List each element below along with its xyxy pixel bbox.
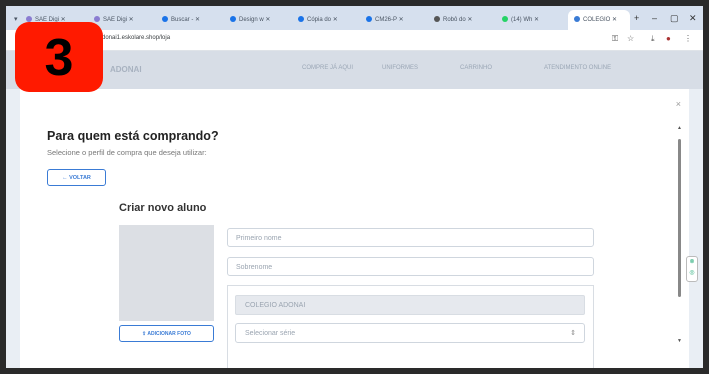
nav-item: ATENDIMENTO ONLINE [544, 65, 612, 71]
grade-select[interactable]: Selecionar série ⇕ [235, 323, 585, 343]
tab-label: Design w [239, 17, 264, 23]
new-tab-button[interactable]: + [634, 6, 639, 30]
menu-icon[interactable]: ⋮ [684, 34, 692, 43]
restore-button[interactable]: ▢ [670, 6, 679, 30]
key-icon[interactable]: ⚿ [612, 34, 618, 44]
tab-favicon-icon [162, 16, 168, 23]
browser-tab[interactable]: Cópia do ✕ [298, 10, 360, 30]
tab-favicon-icon [94, 16, 100, 23]
star-icon[interactable]: ☆ [627, 34, 634, 43]
site-brand: ADONAI [110, 65, 142, 74]
browser-tab[interactable]: Design w ✕ [230, 10, 292, 30]
photo-placeholder [119, 225, 214, 321]
modal-title: Para quem está comprando? [47, 129, 219, 143]
add-photo-button[interactable]: ⇪ ADICIONAR FOTO [119, 325, 214, 342]
close-window-button[interactable]: ✕ [689, 6, 697, 30]
tab-favicon-icon [434, 16, 440, 23]
scrollbar-thumb[interactable] [678, 139, 681, 297]
nav-item: COMPRE JÁ AQUI [302, 65, 354, 71]
browser-tab[interactable]: Buscar - ✕ [162, 10, 224, 30]
tab-favicon-icon [230, 16, 236, 23]
browser-tab[interactable]: (14) Wh ✕ [502, 10, 564, 30]
last-name-field[interactable]: Sobrenome [227, 257, 594, 276]
tab-label: CM26-P [375, 17, 397, 23]
scrollbar[interactable]: ▲ ▼ [677, 125, 683, 355]
back-button[interactable]: ← VOLTAR [47, 169, 106, 186]
nav-item: UNIFORMES [382, 65, 418, 71]
tab-label: Buscar - [171, 17, 194, 23]
site-header-background: ADONAI COMPRE JÁ AQUI UNIFORMES CARRINHO… [6, 51, 703, 89]
tab-favicon-icon [298, 16, 304, 23]
nav-item: CARRINHO [460, 65, 493, 71]
tab-favicon-icon [366, 16, 372, 23]
grammar-extension-icon[interactable]: ◎ [687, 268, 697, 279]
select-chevron-icon: ⇕ [570, 330, 576, 337]
tab-label: SAE Digi [103, 17, 128, 23]
tab-label: COLEGIO [583, 17, 611, 23]
step-number-badge: 3 [15, 22, 103, 92]
url-text[interactable]: donai1.eskolare.shop/loja [102, 35, 170, 41]
purchase-profile-modal: × Para quem está comprando? Selecione o … [20, 89, 689, 368]
minimize-button[interactable]: – [652, 6, 657, 30]
browser-tab[interactable]: SAE Digi ✕ [94, 10, 156, 30]
tab-favicon-icon [574, 16, 580, 23]
browser-tab[interactable]: Robô do ✕ [434, 10, 496, 30]
side-panel-button[interactable]: ⊗ ◎ [686, 256, 698, 282]
tab-label: Cópia do [307, 17, 332, 23]
tab-favicon-icon [502, 16, 508, 23]
tab-label: (14) Wh [511, 17, 533, 23]
scroll-down-icon[interactable]: ▼ [677, 338, 682, 344]
tab-strip: ▾ SAE Digi ✕ SAE Digi ✕ Buscar - ✕ Desig… [6, 6, 703, 30]
profile-icon[interactable]: ● [666, 34, 671, 43]
close-icon[interactable]: × [676, 99, 681, 109]
browser-tab-active[interactable]: COLEGIO ✕ [568, 10, 630, 30]
first-name-field[interactable]: Primeiro nome [227, 228, 594, 247]
address-bar[interactable]: donai1.eskolare.shop/loja ⚿ ☆ ⤓ ● ⋮ [6, 30, 703, 51]
modal-subtitle: Selecione o perfil de compra que deseja … [47, 148, 207, 157]
school-field: COLEGIO ADONAI [235, 295, 585, 315]
grade-select-value: Selecionar série [245, 330, 296, 337]
tab-label: Robô do [443, 17, 466, 23]
section-title: Criar novo aluno [119, 202, 207, 214]
browser-window: ▾ SAE Digi ✕ SAE Digi ✕ Buscar - ✕ Desig… [6, 6, 703, 368]
download-icon[interactable]: ⤓ [651, 34, 655, 44]
close-small-icon[interactable]: ⊗ [687, 257, 697, 268]
scroll-up-icon[interactable]: ▲ [677, 125, 682, 131]
browser-tab[interactable]: CM26-P ✕ [366, 10, 428, 30]
